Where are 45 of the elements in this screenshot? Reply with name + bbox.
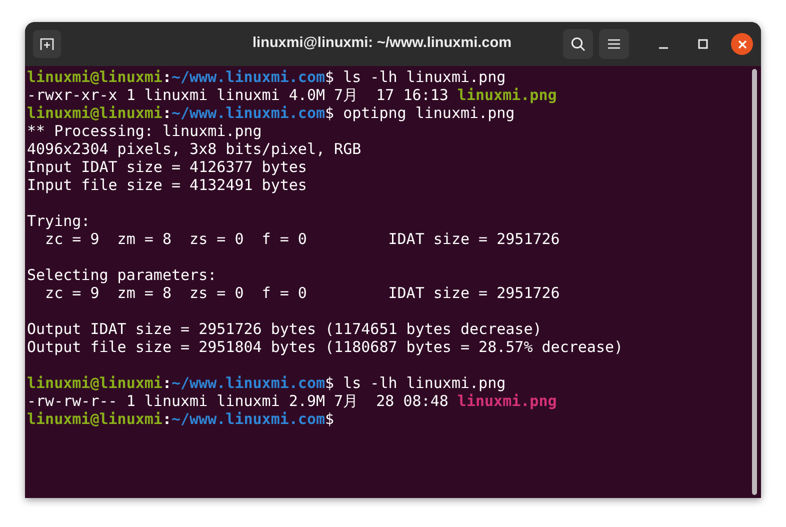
prompt-path: ~/www.linuxmi.com	[172, 374, 326, 392]
close-icon	[738, 40, 746, 48]
output-text: -rw-rw-r-- 1 linuxmi linuxmi 2.9M 7月 28 08:48	[27, 392, 450, 410]
close-button[interactable]	[731, 33, 753, 55]
minimize-icon	[658, 47, 668, 49]
prompt-user: linuxmi@linuxmi	[27, 68, 162, 86]
scrollbar[interactable]	[752, 69, 757, 495]
prompt-user: linuxmi@linuxmi	[27, 104, 162, 122]
menu-button[interactable]	[599, 29, 629, 59]
output-text: zc = 9 zm = 8 zs = 0 f = 0 IDAT size = 2951726	[44, 230, 560, 248]
prompt-symbol: $	[325, 104, 334, 122]
prompt-separator: :	[162, 68, 172, 86]
output-text: 4096x2304 pixels, 3x8 bits/pixel, RGB	[27, 140, 362, 158]
prompt-path: ~/www.linuxmi.com	[172, 68, 326, 86]
output-text: Input IDAT size = 4126377 bytes	[27, 158, 307, 176]
prompt-symbol: $	[325, 410, 334, 428]
output-text: ** Processing: linuxmi.png	[27, 122, 262, 140]
command-text: ls -lh linuxmi.png	[342, 374, 506, 392]
command-text: ls -lh linuxmi.png	[342, 68, 506, 86]
prompt-separator: :	[162, 104, 172, 122]
command-text: optipng linuxmi.png	[342, 104, 515, 122]
prompt-separator: :	[162, 410, 172, 428]
output-text: zc = 9 zm = 8 zs = 0 f = 0 IDAT size = 2951726	[44, 284, 560, 302]
prompt-user: linuxmi@linuxmi	[27, 374, 162, 392]
prompt-path: ~/www.linuxmi.com	[172, 104, 326, 122]
prompt-path: ~/www.linuxmi.com	[172, 410, 326, 428]
menu-icon	[608, 39, 620, 49]
prompt-separator: :	[162, 374, 172, 392]
file-name: linuxmi.png	[457, 86, 557, 104]
output-text: Output file size = 2951804 bytes (1180687 bytes = 28.57% decrease)	[27, 338, 624, 356]
output-text: Trying:	[27, 212, 90, 230]
maximize-icon	[698, 39, 708, 49]
prompt-user: linuxmi@linuxmi	[27, 410, 162, 428]
window-title: linuxmi@linuxmi: ~/www.linuxmi.com	[252, 34, 512, 54]
search-icon	[570, 36, 586, 52]
output-text: Output IDAT size = 2951726 bytes (1174651 bytes decrease)	[27, 320, 542, 338]
output-text: -rwxr-xr-x 1 linuxmi linuxmi 4.0M 7月 17 16:13	[27, 86, 450, 104]
new-tab-icon	[40, 37, 54, 51]
output-text: Selecting parameters:	[27, 266, 217, 284]
output-text: Input file size = 4132491 bytes	[27, 176, 307, 194]
file-name: linuxmi.png	[457, 392, 557, 410]
new-tab-button[interactable]	[33, 30, 61, 58]
search-button[interactable]	[563, 29, 593, 59]
prompt-symbol: $	[325, 374, 334, 392]
prompt-symbol: $	[325, 68, 334, 86]
